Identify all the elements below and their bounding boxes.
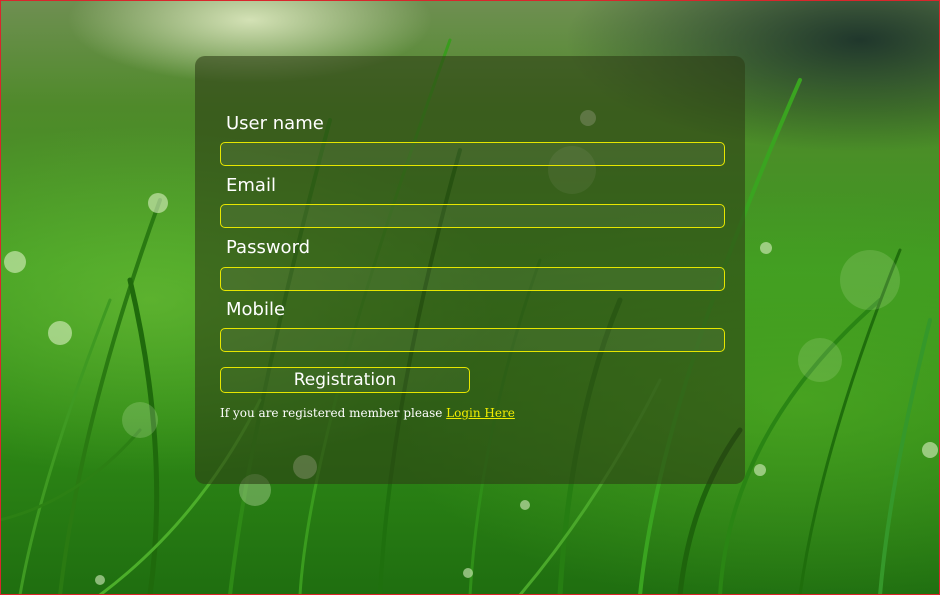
username-label: User name xyxy=(226,113,324,134)
password-label: Password xyxy=(226,237,311,258)
mobile-input[interactable] xyxy=(220,328,725,352)
registration-form: User name Email Password Mobile Registra… xyxy=(195,56,745,484)
login-link[interactable]: Login Here xyxy=(446,406,515,420)
registration-button[interactable]: Registration xyxy=(220,367,470,393)
email-input[interactable] xyxy=(220,204,725,228)
login-hint-text: If you are registered member please xyxy=(220,406,447,420)
password-input[interactable] xyxy=(220,267,725,291)
mobile-label: Mobile xyxy=(226,299,286,320)
email-label: Email xyxy=(226,175,276,196)
username-input[interactable] xyxy=(220,142,725,166)
login-hint: If you are registered member please Logi… xyxy=(220,406,515,420)
